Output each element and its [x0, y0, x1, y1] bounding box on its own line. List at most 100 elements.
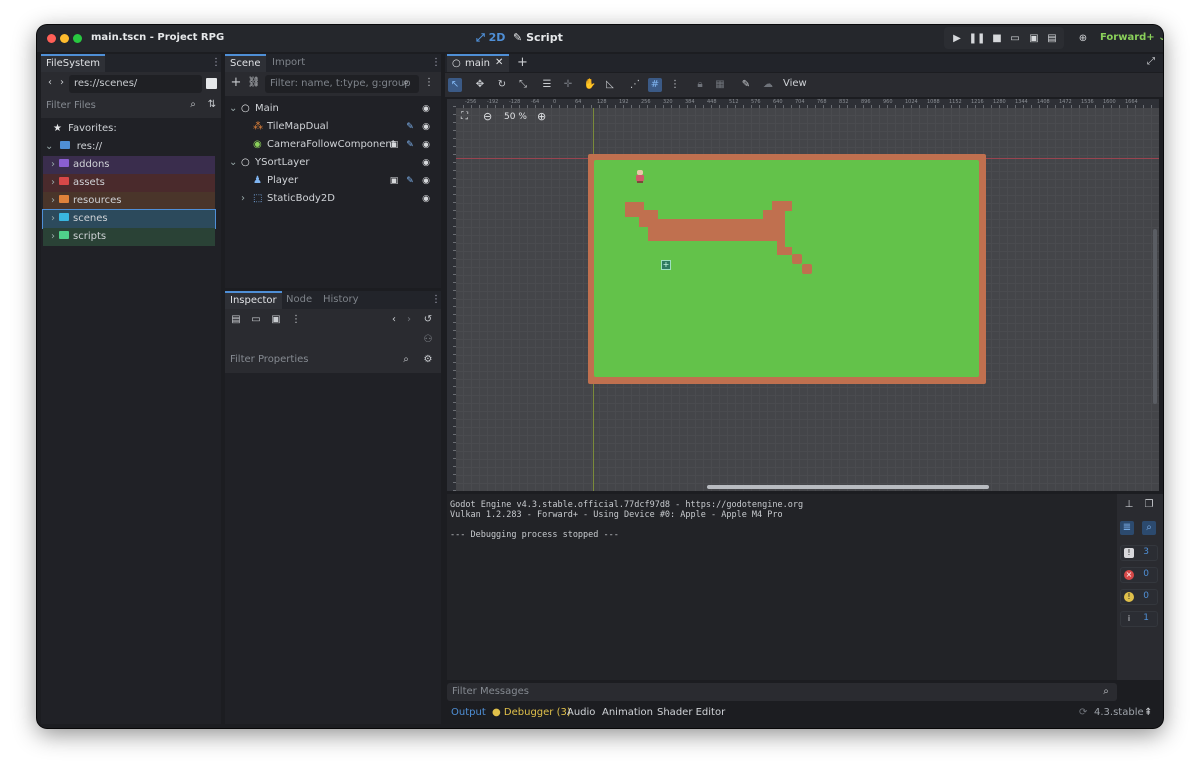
scene-filter-input[interactable]: Filter: name, t:type, g:group [265, 75, 419, 93]
open-folder-icon[interactable]: ▭ [249, 313, 263, 327]
list-select-icon[interactable]: ☰ [540, 78, 554, 92]
move-mode-icon[interactable]: ✥ [473, 78, 487, 92]
forward-icon[interactable]: › [402, 313, 416, 327]
kebab-menu-icon[interactable]: ⋮ [289, 313, 303, 327]
forward-icon[interactable]: › [55, 76, 69, 90]
add-node-icon[interactable]: + [229, 76, 243, 90]
clapper-icon[interactable]: ▣ [389, 140, 399, 150]
visibility-icon[interactable]: ◉ [421, 194, 431, 204]
tab-history[interactable]: History [318, 291, 364, 309]
pivot-icon[interactable]: ✛ [561, 78, 575, 92]
res-root-row[interactable]: ⌄ res:// [45, 138, 102, 156]
save-icon[interactable]: ▣ [269, 313, 283, 327]
copy-icon[interactable]: ❐ [1142, 498, 1156, 512]
favorites-row[interactable]: ★ Favorites: [53, 120, 117, 138]
new-resource-icon[interactable]: ▤ [229, 313, 243, 327]
scene-node-ysortlayer[interactable]: ⌄ ○ YSortLayer ◉ [225, 154, 441, 172]
filter-messages-button[interactable]: ⅰ1 [1120, 611, 1158, 627]
script-icon[interactable]: ✎ [405, 140, 415, 150]
scene-node-staticbody2d[interactable]: › ⬚ StaticBody2D ◉ [225, 190, 441, 208]
visibility-icon[interactable]: ◉ [421, 104, 431, 114]
link-icon[interactable]: ⛓ [247, 76, 261, 90]
tab-import[interactable]: Import [267, 54, 310, 72]
tab-main[interactable]: ○ main ✕ [447, 54, 509, 72]
tab-debugger[interactable]: ● Debugger (3) [492, 707, 571, 718]
filter-messages-input[interactable]: Filter Messages [447, 683, 1117, 701]
view-menu[interactable]: View [783, 78, 807, 89]
tab-scene[interactable]: Scene [225, 54, 266, 72]
movie-maker-icon[interactable]: ⊕ [1074, 29, 1092, 47]
grid-snap-icon[interactable]: # [648, 78, 662, 92]
collapse-icon[interactable]: ≣ [1120, 521, 1134, 535]
kebab-menu-icon[interactable]: ⋮ [422, 76, 436, 90]
tab-filesystem[interactable]: FileSystem [41, 54, 106, 72]
script-icon[interactable]: ✎ [405, 176, 415, 186]
close-icon[interactable]: ✕ [495, 57, 503, 68]
minimize-window-button[interactable] [60, 34, 69, 43]
canvas-viewport[interactable]: + -256 -192 -128 -64 0 64 128 192 256 320 384 448 51… [447, 99, 1159, 491]
zoom-level[interactable]: 50 % [504, 112, 527, 122]
visibility-icon[interactable]: ◉ [421, 176, 431, 186]
group-icon[interactable]: ▦ [713, 78, 727, 92]
sort-icon[interactable]: ⇅ [205, 98, 219, 112]
visibility-icon[interactable]: ◉ [421, 140, 431, 150]
toggle-split-icon[interactable] [206, 78, 217, 89]
stop-icon[interactable]: ■ [988, 29, 1006, 47]
scene-node-camerafollowcomponent[interactable]: ◉ CameraFollowComponent ◉ ▣ ✎ [225, 136, 441, 154]
tab-inspector[interactable]: Inspector [225, 291, 282, 309]
expand-icon[interactable]: ⌄ [229, 100, 237, 118]
mode-2d-button[interactable]: ⤢ 2D [476, 31, 505, 45]
lock-icon[interactable]: 🔒︎ [693, 78, 707, 92]
filter-errors-button[interactable]: × 0 [1120, 567, 1158, 583]
distraction-free-icon[interactable]: ⤢ [1147, 56, 1155, 67]
scene-node-tilemapdual[interactable]: ⁂ TileMapDual ◉ ✎ [225, 118, 441, 136]
back-icon[interactable]: ‹ [387, 313, 401, 327]
expand-panel-icon[interactable]: ⇞ [1144, 707, 1152, 718]
horizontal-scrollbar[interactable] [707, 485, 989, 489]
scene-node-main[interactable]: ⌄ ○ Main ◉ [225, 100, 441, 118]
cloud-icon[interactable]: ☁ [761, 78, 775, 92]
zoom-reset-icon[interactable]: ⛶ [461, 111, 468, 122]
play-icon[interactable]: ▶ [948, 29, 966, 47]
filter-files-input[interactable]: Filter Files [41, 97, 201, 115]
clear-output-icon[interactable]: ⊥ [1122, 498, 1136, 512]
ruler-mode-icon[interactable]: ◺ [603, 78, 617, 92]
kebab-menu-icon[interactable]: ⋮ [668, 78, 682, 92]
select-mode-icon[interactable]: ↖ [448, 78, 462, 92]
maximize-window-button[interactable] [73, 34, 82, 43]
player-sprite[interactable] [635, 170, 645, 183]
clapper-icon[interactable]: ▣ [389, 176, 399, 186]
tab-output[interactable]: Output [451, 707, 486, 718]
visibility-icon[interactable]: ◉ [421, 158, 431, 168]
scene-node-player[interactable]: ♟ Player ◉ ▣ ✎ [225, 172, 441, 190]
tab-audio[interactable]: Audio [567, 707, 595, 718]
remote-debug-icon[interactable]: ▭ [1006, 29, 1024, 47]
rotate-mode-icon[interactable]: ↻ [495, 78, 509, 92]
folder-row-scenes[interactable]: › scenes [42, 209, 216, 229]
close-window-button[interactable] [47, 34, 56, 43]
script-icon[interactable]: ✎ [405, 122, 415, 132]
object-docs-icon[interactable]: ⚇ [421, 333, 435, 347]
tab-node[interactable]: Node [281, 291, 317, 309]
bone-icon[interactable]: ✎ [739, 78, 753, 92]
expand-icon[interactable]: › [241, 190, 245, 208]
filter-all-button[interactable]: ! 3 [1120, 545, 1158, 561]
kebab-menu-icon[interactable]: ⋮ [431, 294, 441, 306]
expand-icon[interactable]: ⌄ [229, 154, 237, 172]
settings-icon[interactable]: ⚙ [421, 353, 435, 367]
kebab-menu-icon[interactable]: ⋮ [211, 57, 221, 69]
smart-snap-icon[interactable]: ⋰ [628, 78, 642, 92]
kebab-menu-icon[interactable]: ⋮ [431, 57, 441, 69]
folder-row-resources[interactable]: › resources [43, 192, 215, 210]
add-tab-icon[interactable]: + [517, 55, 528, 70]
play-custom-scene-icon[interactable]: ▤ [1043, 29, 1061, 47]
play-scene-icon[interactable]: ▣ [1025, 29, 1043, 47]
mode-script-button[interactable]: ✎ Script [513, 31, 563, 44]
zoom-out-icon[interactable]: ⊖ [483, 110, 492, 123]
history-icon[interactable]: ↺ [421, 313, 435, 327]
filter-warnings-button[interactable]: ! 0 [1120, 589, 1158, 605]
tab-animation[interactable]: Animation [602, 707, 653, 718]
pause-icon[interactable]: ❚❚ [968, 29, 986, 47]
visibility-icon[interactable]: ◉ [421, 122, 431, 132]
folder-row-assets[interactable]: › assets [43, 174, 215, 192]
